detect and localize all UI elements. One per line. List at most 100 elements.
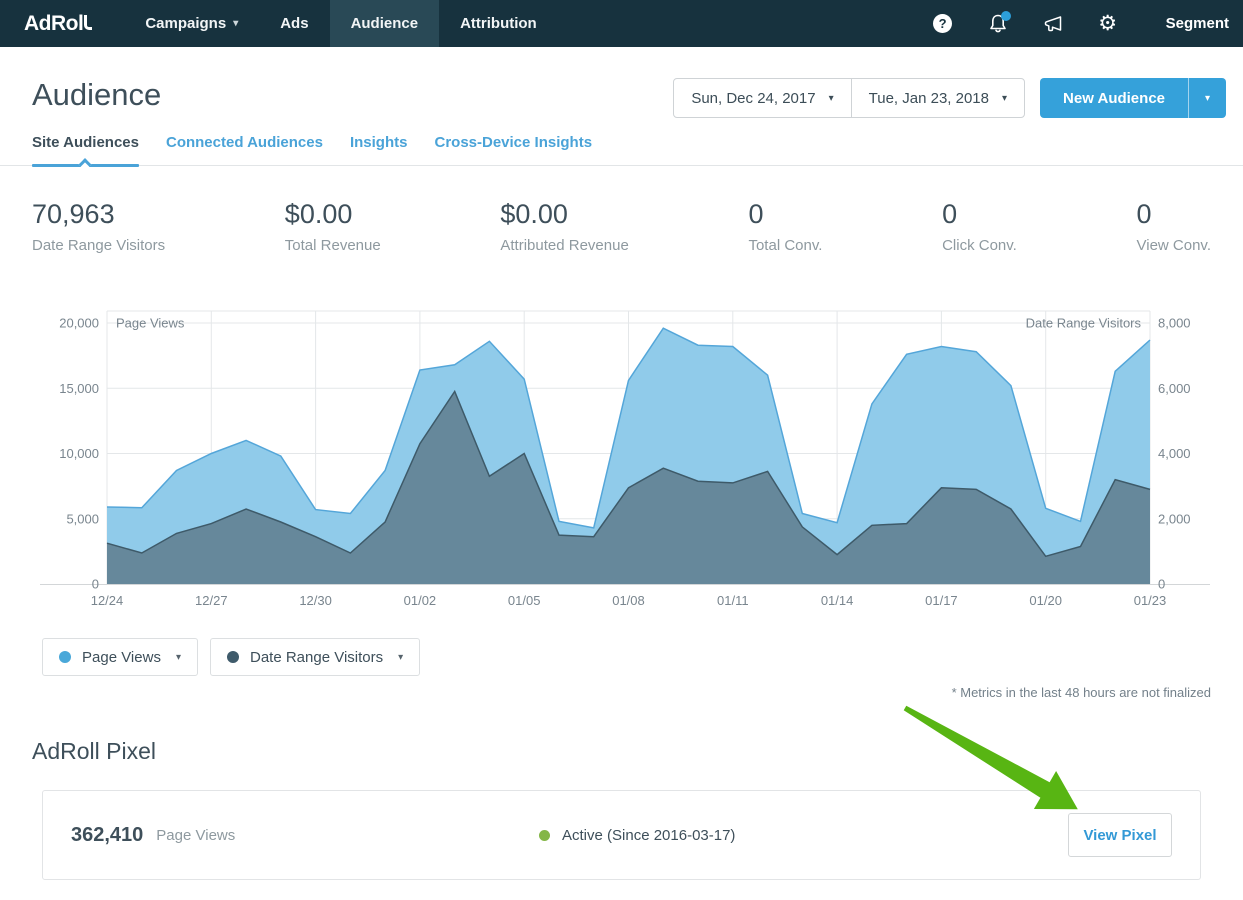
tab-site-audiences[interactable]: Site Audiences [32,134,139,165]
stat-click-conv: 0 Click Conv. [942,199,1017,254]
main-nav: Campaigns ▾ Ads Audience Attribution [124,0,557,47]
x-axis-tick: 01/14 [821,593,854,608]
pixel-page-views-value: 362,410 [71,824,143,847]
tab-connected-audiences[interactable]: Connected Audiences [166,134,323,165]
tab-cross-device-insights-label: Cross-Device Insights [434,134,592,151]
stat-value: 0 [748,199,822,230]
stat-value: $0.00 [285,199,381,230]
nav-item-audience[interactable]: Audience [330,0,440,47]
stat-label: View Conv. [1137,237,1211,254]
legend-page-views-label: Page Views [82,649,161,666]
x-axis-tick: 12/30 [299,593,332,608]
new-audience-caret-button[interactable]: ▾ [1188,78,1226,118]
x-axis-tick: 01/20 [1029,593,1062,608]
legend-date-range-visitors-dropdown[interactable]: Date Range Visitors ▾ [210,638,420,676]
stat-total-revenue: $0.00 Total Revenue [285,199,381,254]
left-axis-tick: 15,000 [59,381,99,396]
stat-view-conv: 0 View Conv. [1137,199,1211,254]
top-navbar: AdRol Campaigns ▾ Ads Audience Attributi… [0,0,1243,47]
help-button[interactable]: ? [932,13,954,35]
page-views-series-dot-icon [59,651,71,663]
nav-item-campaigns[interactable]: Campaigns ▾ [124,0,259,47]
date-start-picker[interactable]: Sun, Dec 24, 2017 ▾ [674,79,851,117]
segment-menu[interactable]: Segment [1166,15,1229,32]
chevron-down-icon: ▾ [1002,93,1007,104]
stat-value: 0 [1137,199,1211,230]
right-axis-tick: 4,000 [1158,446,1191,461]
new-audience-button[interactable]: New Audience [1040,78,1188,118]
stat-label: Attributed Revenue [500,237,628,254]
x-axis-tick: 01/17 [925,593,958,608]
nav-item-audience-label: Audience [351,15,419,32]
date-range-picker: Sun, Dec 24, 2017 ▾ Tue, Jan 23, 2018 ▾ [673,78,1025,118]
stat-label: Date Range Visitors [32,237,165,254]
audience-area-chart: 05,00010,00015,00020,00002,0004,0006,000… [0,309,1243,614]
right-axis-title: Date Range Visitors [1026,316,1142,331]
right-axis-tick: 0 [1158,577,1165,592]
audience-tabs: Site Audiences Connected Audiences Insig… [0,134,1243,166]
tab-cross-device-insights[interactable]: Cross-Device Insights [434,134,592,165]
chart-section: 05,00010,00015,00020,00002,0004,0006,000… [0,309,1243,614]
x-axis-tick: 01/02 [404,593,437,608]
chevron-down-icon: ▾ [829,93,834,104]
stats-row: 70,963 Date Range Visitors $0.00 Total R… [0,166,1243,254]
chevron-down-icon: ▾ [1205,93,1210,104]
left-axis-tick: 0 [92,577,99,592]
megaphone-icon [1042,14,1064,34]
stat-total-conv: 0 Total Conv. [748,199,822,254]
left-axis-tick: 20,000 [59,316,99,331]
pixel-status: Active (Since 2016-03-17) [539,827,735,844]
date-end-picker[interactable]: Tue, Jan 23, 2018 ▾ [852,79,1024,117]
tab-insights-label: Insights [350,134,408,151]
nav-item-campaigns-label: Campaigns [145,15,226,32]
x-axis-tick: 12/27 [195,593,228,608]
chevron-down-icon: ▾ [398,652,403,663]
nav-item-attribution-label: Attribution [460,15,537,32]
left-axis-tick: 10,000 [59,446,99,461]
stat-value: 0 [942,199,1017,230]
legend-page-views-dropdown[interactable]: Page Views ▾ [42,638,198,676]
stat-label: Total Revenue [285,237,381,254]
pixel-page-views-label: Page Views [156,827,235,844]
chart-legend: Page Views ▾ Date Range Visitors ▾ [0,638,1243,676]
gear-icon: ⚙ [1098,13,1117,34]
view-pixel-button[interactable]: View Pixel [1068,813,1172,857]
x-axis-tick: 01/23 [1134,593,1167,608]
adroll-pixel-section: AdRoll Pixel 362,410 Page Views Active (… [0,738,1243,880]
stat-value: $0.00 [500,199,628,230]
metrics-footnote: * Metrics in the last 48 hours are not f… [0,685,1243,700]
nav-item-ads[interactable]: Ads [259,0,329,47]
right-axis-tick: 2,000 [1158,511,1191,526]
stat-label: Click Conv. [942,237,1017,254]
nav-item-attribution[interactable]: Attribution [439,0,558,47]
x-axis-tick: 01/08 [612,593,645,608]
legend-date-range-visitors-label: Date Range Visitors [250,649,383,666]
tab-connected-audiences-label: Connected Audiences [166,134,323,151]
help-icon: ? [933,14,952,33]
adroll-logo[interactable]: AdRol [0,0,118,47]
adroll-logo-curl-icon [84,15,92,30]
settings-button[interactable]: ⚙ [1097,13,1119,35]
adroll-pixel-title: AdRoll Pixel [32,738,1211,765]
header-controls: Sun, Dec 24, 2017 ▾ Tue, Jan 23, 2018 ▾ … [673,78,1226,118]
x-axis-tick: 01/11 [717,593,749,608]
tab-insights[interactable]: Insights [350,134,408,165]
x-axis-tick: 12/24 [91,593,124,608]
chevron-down-icon: ▾ [233,18,238,29]
date-range-visitors-series-dot-icon [227,651,239,663]
announcements-button[interactable] [1042,13,1064,35]
stat-attributed-revenue: $0.00 Attributed Revenue [500,199,628,254]
navbar-right-controls: ? ⚙ Segment [932,0,1243,47]
date-start-label: Sun, Dec 24, 2017 [691,90,815,107]
status-active-dot-icon [539,830,550,841]
adroll-logo-text: AdRol [24,12,83,36]
notification-badge [1001,11,1011,21]
stat-label: Total Conv. [748,237,822,254]
notifications-button[interactable] [987,13,1009,35]
adroll-pixel-card: 362,410 Page Views Active (Since 2016-03… [42,790,1201,880]
stat-value: 70,963 [32,199,165,230]
nav-item-ads-label: Ads [280,15,308,32]
adroll-dashboard: AdRol Campaigns ▾ Ads Audience Attributi… [0,0,1243,900]
right-axis-tick: 8,000 [1158,316,1191,331]
page-header: Audience Sun, Dec 24, 2017 ▾ Tue, Jan 23… [0,47,1243,113]
